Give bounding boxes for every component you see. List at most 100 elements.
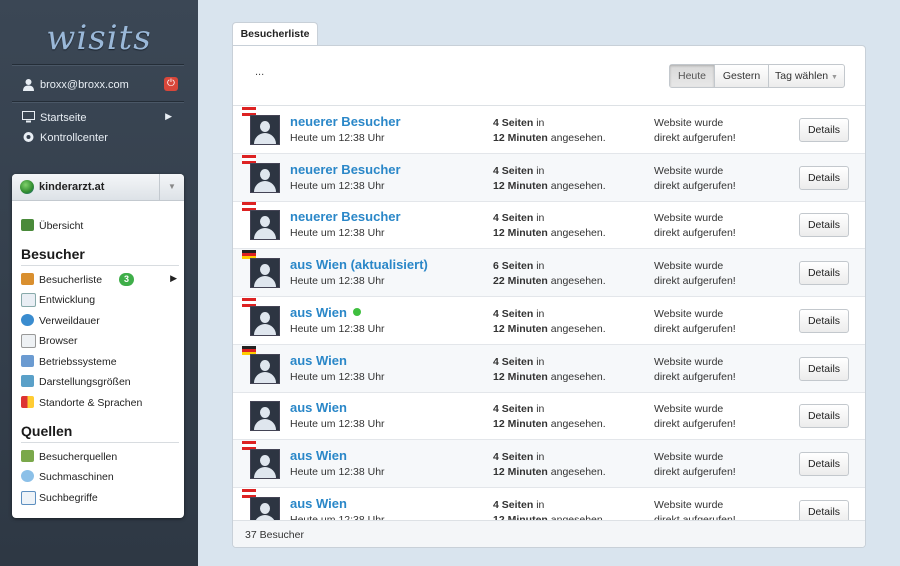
visitor-list: neuerer Besucher Heute um 12:38 Uhr 4 Seit… [233, 105, 865, 521]
page-view-info: 4 Seiten in 12 Minuten angesehen. [493, 450, 606, 480]
computer-icon [21, 355, 34, 367]
source-line-1: Website wurde [654, 260, 724, 273]
site-selector[interactable]: kinderarzt.at ▼ [12, 174, 184, 201]
visitor-name: aus Wien [290, 352, 347, 368]
details-button[interactable]: Details [799, 261, 849, 286]
details-button[interactable]: Details [799, 451, 849, 476]
menu-item-operating-systems[interactable]: Betriebssysteme [21, 354, 181, 370]
menu-item-visitor-sources[interactable]: Besucherquellen [21, 449, 181, 465]
visitor-name-link[interactable]: neuerer Besucher [290, 114, 401, 129]
text-viewed: angesehen. [547, 275, 606, 288]
page-count: 6 Seiten [493, 260, 534, 273]
details-button[interactable]: Details [799, 356, 849, 381]
table-row: aus Wien (aktualisiert) Heute um 12:38 Uh… [233, 249, 865, 298]
details-button[interactable]: Details [799, 118, 849, 142]
details-button[interactable]: Details [799, 213, 849, 238]
duration: 22 Minuten [493, 275, 548, 288]
source-line-1: Website wurde [654, 403, 724, 416]
menu-item-dwell-time[interactable]: Verweildauer [21, 313, 181, 329]
visit-source: Website wurde direkt aufgerufen! [654, 116, 736, 146]
visitor-time: Heute um 12:38 Uhr [290, 275, 385, 288]
source-line-2: direkt aufgerufen! [654, 465, 736, 478]
section-heading-visitors: Besucher [21, 246, 179, 266]
avatar [250, 258, 280, 289]
page-view-info: 4 Seiten in 12 Minuten angesehen. [493, 402, 606, 432]
details-button[interactable]: Details [799, 499, 849, 521]
page-view-info: 4 Seiten in 12 Minuten angesehen. [493, 116, 606, 146]
avatar [250, 305, 280, 336]
visitor-name-link[interactable]: aus Wien (aktualisiert) [290, 257, 428, 272]
visit-source: Website wurde direkt aufgerufen! [654, 450, 736, 480]
source-line-1: Website wurde [654, 164, 724, 177]
details-button[interactable]: Details [799, 404, 849, 429]
visitor-time: Heute um 12:38 Uhr [290, 227, 385, 240]
visitor-name: neuerer Besucher [290, 114, 401, 129]
menu-item-overview[interactable]: Übersicht [21, 218, 181, 234]
text-in: in [533, 212, 545, 225]
logout-icon[interactable]: ⏻ [164, 77, 178, 91]
table-row: aus Wien Heute um 12:38 Uhr 4 Seiten in 12 … [233, 392, 865, 441]
list-summary: ... [255, 66, 265, 78]
filter-label: Tag wählen [775, 70, 829, 82]
visitor-name-link[interactable]: aus Wien [290, 400, 347, 415]
filter-choose-day-button[interactable]: Tag wählen ▼ [769, 65, 844, 87]
resize-icon [21, 375, 34, 387]
textfield-icon [21, 491, 36, 505]
page-count: 4 Seiten [493, 498, 534, 511]
table-row: neuerer Besucher Heute um 12:38 Uhr 4 Seit… [233, 201, 865, 250]
filter-yesterday-button[interactable]: Gestern [715, 65, 769, 87]
source-line-1: Website wurde [654, 498, 724, 511]
menu-item-visitor-list[interactable]: Besucherliste 3 ▶ [21, 272, 181, 288]
user-account[interactable]: broxx@broxx.com ⏻ [22, 77, 182, 93]
visit-source: Website wurde direkt aufgerufen! [654, 402, 736, 432]
visitor-name-link[interactable]: neuerer Besucher [290, 162, 401, 177]
text-viewed: angesehen. [547, 132, 606, 144]
page-view-info: 6 Seiten in 22 Minuten angesehen. [493, 259, 606, 289]
nav-item-kontrollcenter[interactable]: Kontrollcenter [22, 130, 182, 146]
text-viewed: angesehen. [547, 418, 606, 431]
menu-item-development[interactable]: Entwicklung [21, 292, 181, 308]
app-logo[interactable]: wisits [0, 18, 198, 58]
menu-item-display-sizes[interactable]: Darstellungsgrößen [21, 374, 181, 390]
nav-item-startseite[interactable]: Startseite ▶ [22, 110, 182, 126]
page-count: 4 Seiten [493, 307, 534, 320]
visitor-name-link[interactable]: aus Wien [290, 448, 347, 463]
menu-item-browser[interactable]: Browser [21, 333, 181, 349]
page-count: 4 Seiten [493, 403, 534, 416]
visitor-name-link[interactable]: neuerer Besucher [290, 209, 401, 224]
divider [12, 64, 184, 66]
chevron-down-icon[interactable]: ▼ [159, 174, 184, 200]
menu-item-label: Betriebssysteme [39, 356, 117, 368]
gear-icon [23, 132, 34, 142]
monitor-icon [22, 111, 35, 123]
site-name: kinderarzt.at [39, 181, 105, 193]
menu-item-search-engines[interactable]: Suchmaschinen [21, 469, 181, 485]
source-line-2: direkt aufgerufen! [654, 275, 736, 288]
details-button[interactable]: Details [799, 165, 849, 190]
tab-visitor-list[interactable]: Besucherliste [232, 22, 318, 47]
duration: 12 Minuten [493, 132, 548, 144]
chevron-right-icon: ▶ [165, 111, 172, 121]
source-line-2: direkt aufgerufen! [654, 132, 736, 144]
menu-item-search-terms[interactable]: Suchbegriffe [21, 490, 181, 506]
page-view-info: 4 Seiten in 12 Minuten angesehen. [493, 355, 606, 385]
visitor-name: neuerer Besucher [290, 209, 401, 225]
table-row: aus Wien Heute um 12:38 Uhr 4 Seiten in 12 … [233, 344, 865, 393]
avatar [250, 401, 280, 432]
visitor-name-link[interactable]: aus Wien [290, 305, 361, 320]
source-line-1: Website wurde [654, 450, 724, 463]
filter-today-button[interactable]: Heute [670, 65, 715, 87]
details-button[interactable]: Details [799, 308, 849, 333]
visitor-name-link[interactable]: aus Wien [290, 353, 347, 368]
visitor-name-link[interactable]: aus Wien [290, 496, 347, 511]
nav-item-label: Kontrollcenter [40, 132, 108, 144]
text-in: in [533, 450, 545, 463]
visitor-name: aus Wien [290, 304, 347, 320]
table-row: neuerer Besucher Heute um 12:38 Uhr 4 Seit… [233, 153, 865, 202]
text-viewed: angesehen. [547, 227, 606, 240]
menu-item-label: Suchmaschinen [39, 471, 114, 483]
user-email: broxx@broxx.com [40, 79, 129, 91]
menu-item-locations-languages[interactable]: Standorte & Sprachen [21, 395, 181, 411]
text-in: in [533, 117, 545, 129]
sources-icon [21, 450, 34, 462]
